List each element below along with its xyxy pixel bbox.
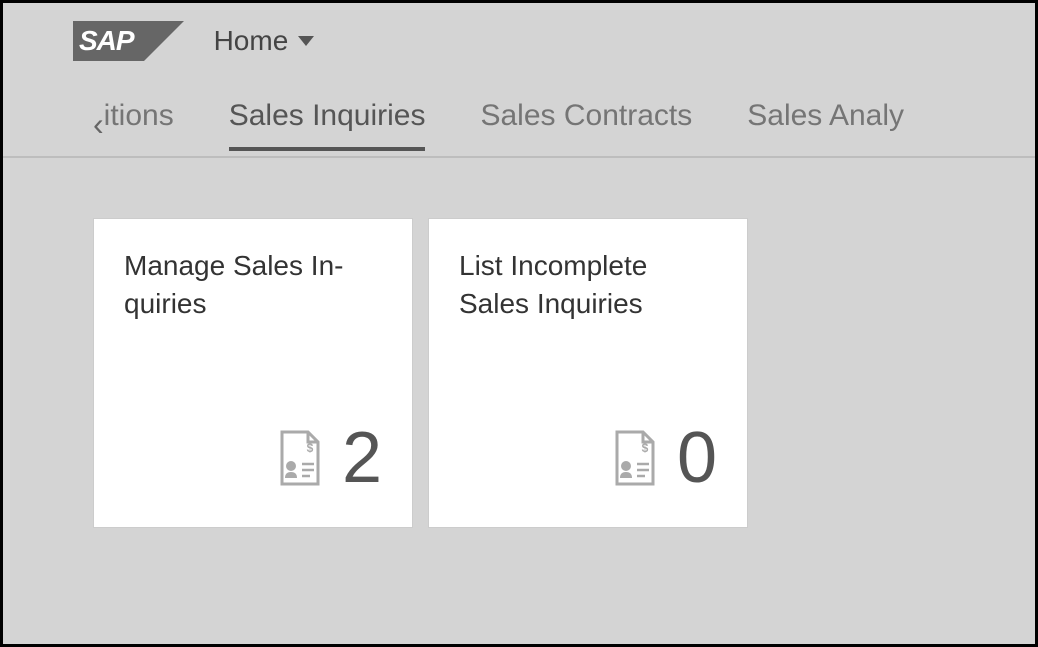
sales-document-icon: $ — [274, 428, 324, 488]
tab-sales-analytics[interactable]: Sales Analy — [747, 99, 904, 151]
tiles-container: Manage Sales In- quiries $ 2 List Incomp… — [3, 158, 1035, 528]
sap-logo: SAP — [73, 21, 144, 61]
sales-document-icon: $ — [609, 428, 659, 488]
tab-sales-inquiries[interactable]: Sales Inquiries — [229, 99, 426, 151]
tab-bar: ‹ itions Sales Inquiries Sales Contracts… — [3, 78, 1035, 158]
app-header: SAP Home — [3, 3, 1035, 78]
svg-text:$: $ — [642, 441, 649, 455]
tile-manage-sales-inquiries[interactable]: Manage Sales In- quiries $ 2 — [93, 218, 413, 528]
tile-footer: $ 2 — [124, 417, 382, 499]
svg-text:$: $ — [307, 441, 314, 455]
tile-count: 2 — [342, 417, 382, 499]
tile-count: 0 — [677, 417, 717, 499]
chevron-left-icon[interactable]: ‹ — [93, 106, 104, 143]
home-label: Home — [214, 25, 289, 57]
home-dropdown[interactable]: Home — [214, 25, 315, 57]
tile-title: List Incomplete Sales Inquiries — [459, 247, 717, 323]
tile-footer: $ 0 — [459, 417, 717, 499]
tab-sales-contracts[interactable]: Sales Contracts — [480, 99, 692, 151]
tab-partial-left[interactable]: itions — [104, 99, 174, 151]
tile-title: Manage Sales In- quiries — [124, 247, 382, 323]
tile-list-incomplete-sales-inquiries[interactable]: List Incomplete Sales Inquiries $ 0 — [428, 218, 748, 528]
chevron-down-icon — [298, 36, 314, 46]
